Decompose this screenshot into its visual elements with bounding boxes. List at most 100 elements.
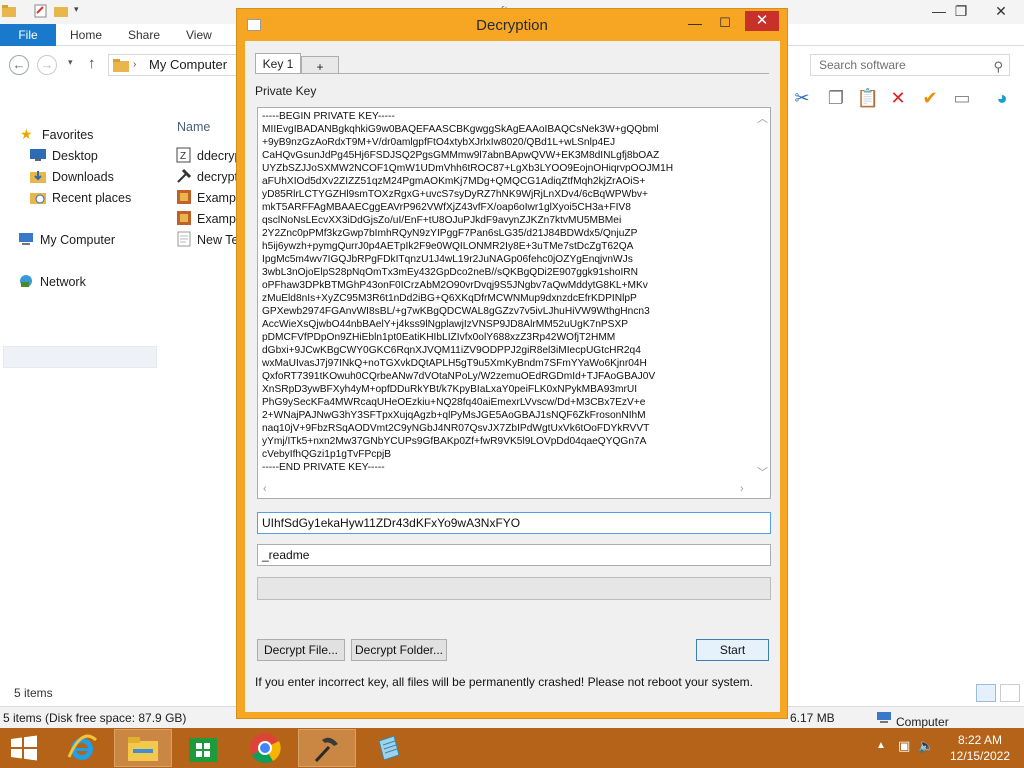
taskbar-notepad[interactable] bbox=[360, 729, 418, 767]
forward-icon[interactable]: → bbox=[37, 55, 57, 75]
list-item[interactable]: Exampl bbox=[176, 210, 236, 230]
desktop-icon bbox=[30, 149, 46, 161]
nav-recent-places-label: Recent places bbox=[52, 191, 132, 205]
image-file-icon bbox=[177, 190, 191, 204]
taskbar-decryptor-app[interactable] bbox=[298, 729, 356, 767]
nav-downloads-label: Downloads bbox=[52, 170, 114, 184]
horizontal-scrollbar[interactable]: ‹ › bbox=[258, 482, 770, 498]
copy-icon[interactable]: ❐ bbox=[824, 86, 848, 110]
dialog-body: Key 1 + Private Key -----BEGIN PRIVATE K… bbox=[245, 41, 780, 712]
nav-recent-places[interactable]: Recent places bbox=[30, 190, 131, 205]
list-item[interactable]: decrypt bbox=[176, 168, 236, 188]
warning-text: If you enter incorrect key, all files wi… bbox=[255, 675, 754, 689]
tab-view[interactable]: View bbox=[186, 28, 212, 42]
nav-downloads[interactable]: Downloads bbox=[30, 169, 114, 184]
taskbar-ie[interactable] bbox=[54, 729, 112, 767]
clock[interactable]: 8:22 AM 12/15/2022 bbox=[940, 732, 1020, 764]
start-button-taskbar[interactable] bbox=[0, 729, 48, 767]
scroll-up-icon[interactable]: ︿ bbox=[757, 110, 768, 126]
checkmark-icon[interactable]: ✔ bbox=[918, 86, 942, 110]
scroll-right-icon[interactable]: › bbox=[740, 483, 744, 495]
list-item[interactable]: New Te bbox=[176, 231, 236, 251]
network-icon[interactable]: ▣ bbox=[898, 738, 910, 754]
show-hidden-icons-icon[interactable]: ▲ bbox=[876, 740, 886, 751]
tab-file[interactable]: File bbox=[0, 24, 56, 46]
tools-toolbar: ✂ ❐ 📋 ✕ ✔ ▭ ◕ bbox=[790, 86, 1024, 114]
maximize-button[interactable]: ☐ bbox=[714, 13, 736, 33]
extension-input[interactable]: _readme bbox=[257, 544, 771, 566]
folder-icon bbox=[113, 59, 129, 72]
cut-icon[interactable]: ✂ bbox=[790, 86, 814, 110]
file-name: decrypt bbox=[197, 170, 236, 184]
document-icon: Z bbox=[176, 147, 191, 163]
list-item[interactable]: Exampl bbox=[176, 189, 236, 209]
chrome-icon bbox=[250, 733, 281, 764]
status-free-space: 5 items (Disk free space: 87.9 GB) bbox=[3, 711, 187, 725]
delete-icon[interactable]: ✕ bbox=[886, 86, 910, 110]
search-icon[interactable]: ⚲ bbox=[993, 57, 1003, 77]
text-file-icon bbox=[177, 231, 191, 247]
explorer-maximize-button[interactable]: ❐ bbox=[944, 0, 978, 22]
tab-add-key[interactable]: + bbox=[301, 56, 339, 74]
details-view-button[interactable] bbox=[976, 684, 996, 702]
globe-icon[interactable]: ◕ bbox=[990, 86, 1014, 110]
status-computer-label: Computer bbox=[896, 715, 949, 729]
private-key-textarea[interactable]: -----BEGIN PRIVATE KEY----- MIIEvgIBADAN… bbox=[257, 107, 771, 499]
downloads-icon bbox=[30, 171, 46, 183]
large-icons-view-button[interactable] bbox=[1000, 684, 1020, 702]
dialog-titlebar[interactable]: Decryption — ☐ ✕ bbox=[237, 9, 787, 41]
back-icon[interactable]: ← bbox=[9, 55, 29, 75]
paste-icon[interactable]: 📋 bbox=[856, 86, 880, 110]
clock-time: 8:22 AM bbox=[957, 733, 1003, 747]
start-button[interactable]: Start bbox=[696, 639, 769, 661]
tab-key-1[interactable]: Key 1 bbox=[255, 53, 301, 74]
rename-icon[interactable]: ▭ bbox=[950, 86, 974, 110]
scroll-left-icon[interactable]: ‹ bbox=[263, 483, 267, 495]
nav-favorites[interactable]: ★ Favorites bbox=[20, 126, 93, 142]
nav-my-computer[interactable]: My Computer bbox=[18, 232, 115, 247]
list-item[interactable]: Zddecryp bbox=[176, 147, 236, 167]
explorer-close-button[interactable]: ✕ bbox=[984, 0, 1018, 22]
view-switcher bbox=[976, 684, 1024, 705]
taskbar-chrome[interactable] bbox=[236, 729, 294, 767]
close-button[interactable]: ✕ bbox=[745, 11, 779, 31]
scroll-down-icon[interactable]: ﹀ bbox=[757, 464, 768, 480]
notepad-icon bbox=[378, 735, 400, 761]
image-file-icon bbox=[177, 211, 191, 225]
key-input[interactable]: UIhfSdGy1ekaHyw11ZDr43dKFxYo9wA3NxFYO bbox=[257, 512, 771, 534]
tool-icon bbox=[177, 168, 192, 183]
start-icon bbox=[11, 735, 37, 761]
column-header-name[interactable]: Name bbox=[177, 120, 210, 134]
file-name: Exampl bbox=[197, 212, 236, 226]
decrypt-file-button[interactable]: Decrypt File... bbox=[257, 639, 345, 661]
svg-text:Z: Z bbox=[180, 151, 186, 162]
breadcrumb-chevron-icon: › bbox=[133, 59, 137, 70]
decrypt-folder-button[interactable]: Decrypt Folder... bbox=[351, 639, 447, 661]
search-placeholder: Search software bbox=[819, 58, 906, 72]
address-field[interactable]: › My Computer bbox=[108, 54, 238, 76]
taskbar-store[interactable] bbox=[174, 729, 232, 767]
tab-divider bbox=[255, 73, 769, 74]
search-input[interactable]: Search software ⚲ bbox=[810, 54, 1010, 76]
status-computer: Computer bbox=[876, 711, 949, 729]
recent-locations-icon[interactable]: ▾ bbox=[68, 57, 73, 68]
vertical-scrollbar[interactable]: ︿ ﹀ bbox=[753, 108, 770, 482]
recent-icon bbox=[30, 193, 46, 204]
computer-icon bbox=[877, 712, 891, 723]
tab-share[interactable]: Share bbox=[128, 28, 160, 42]
star-icon: ★ bbox=[20, 126, 33, 142]
minimize-button[interactable]: — bbox=[684, 13, 706, 33]
volume-icon[interactable]: 🔈 bbox=[918, 738, 934, 754]
tab-home[interactable]: Home bbox=[70, 28, 102, 42]
status-size: 6.17 MB bbox=[790, 711, 835, 725]
system-tray: ▲ ▣ 🔈 bbox=[876, 728, 936, 768]
up-icon[interactable]: ↑ bbox=[88, 55, 96, 72]
clock-date: 12/15/2022 bbox=[949, 749, 1011, 763]
progress-bar bbox=[257, 577, 771, 600]
taskbar-file-explorer[interactable] bbox=[114, 729, 172, 767]
items-count: 5 items bbox=[14, 686, 53, 700]
nav-desktop[interactable]: Desktop bbox=[30, 148, 98, 163]
nav-network[interactable]: Network bbox=[18, 274, 86, 289]
nav-desktop-label: Desktop bbox=[52, 149, 98, 163]
private-key-label: Private Key bbox=[255, 84, 317, 98]
